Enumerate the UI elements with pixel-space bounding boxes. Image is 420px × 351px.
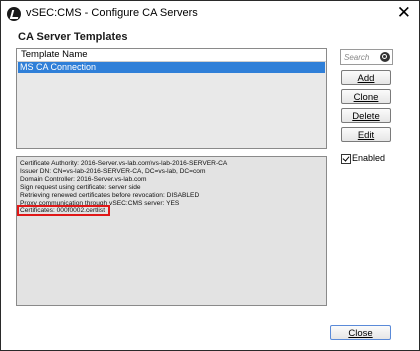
column-header-template-name[interactable]: Template Name bbox=[21, 49, 88, 60]
window-title: vSEC:CMS - Configure CA Servers bbox=[26, 7, 198, 19]
template-row-name: MS CA Connection bbox=[20, 62, 97, 72]
detail-sign-request: Sign request using certificate: server s… bbox=[20, 184, 141, 191]
enabled-checkbox[interactable]: Enabled bbox=[341, 153, 401, 165]
clone-button[interactable]: Clone bbox=[341, 89, 391, 104]
close-button[interactable]: Close bbox=[330, 325, 391, 340]
delete-button[interactable]: Delete bbox=[341, 108, 391, 123]
add-button[interactable]: Add bbox=[341, 70, 391, 85]
template-list-header[interactable]: Template Name bbox=[17, 49, 326, 62]
detail-renewed-certificates: Retrieving renewed certificates before r… bbox=[20, 192, 200, 199]
configure-ca-servers-window: vSEC:CMS - Configure CA Servers ✕ CA Ser… bbox=[0, 0, 420, 351]
enabled-checkbox-box[interactable] bbox=[341, 154, 351, 164]
detail-domain-controller: Domain Controller: 2016-Server.vs-lab.co… bbox=[20, 176, 147, 183]
detail-issuer-dn: Issuer DN: CN=vs-lab-2016-SERVER-CA, DC=… bbox=[20, 168, 206, 175]
vsec-app-icon bbox=[7, 7, 21, 21]
title-bar: vSEC:CMS - Configure CA Servers ✕ bbox=[1, 1, 419, 27]
search-input[interactable] bbox=[341, 50, 380, 64]
template-list[interactable]: Template Name MS CA Connection bbox=[16, 48, 327, 149]
template-details-panel: Certificate Authority: 2016-Server.vs-la… bbox=[16, 156, 327, 306]
window-close-icon[interactable]: ✕ bbox=[397, 4, 411, 22]
certificates-highlight-box bbox=[17, 205, 110, 216]
search-icon[interactable] bbox=[380, 52, 390, 62]
section-title: CA Server Templates bbox=[18, 31, 128, 43]
enabled-checkbox-label[interactable]: Enabled bbox=[352, 153, 385, 163]
search-box[interactable] bbox=[340, 49, 393, 65]
detail-certificate-authority: Certificate Authority: 2016-Server.vs-la… bbox=[20, 160, 228, 167]
template-row-selected[interactable]: MS CA Connection bbox=[18, 62, 325, 73]
edit-button[interactable]: Edit bbox=[341, 127, 391, 142]
